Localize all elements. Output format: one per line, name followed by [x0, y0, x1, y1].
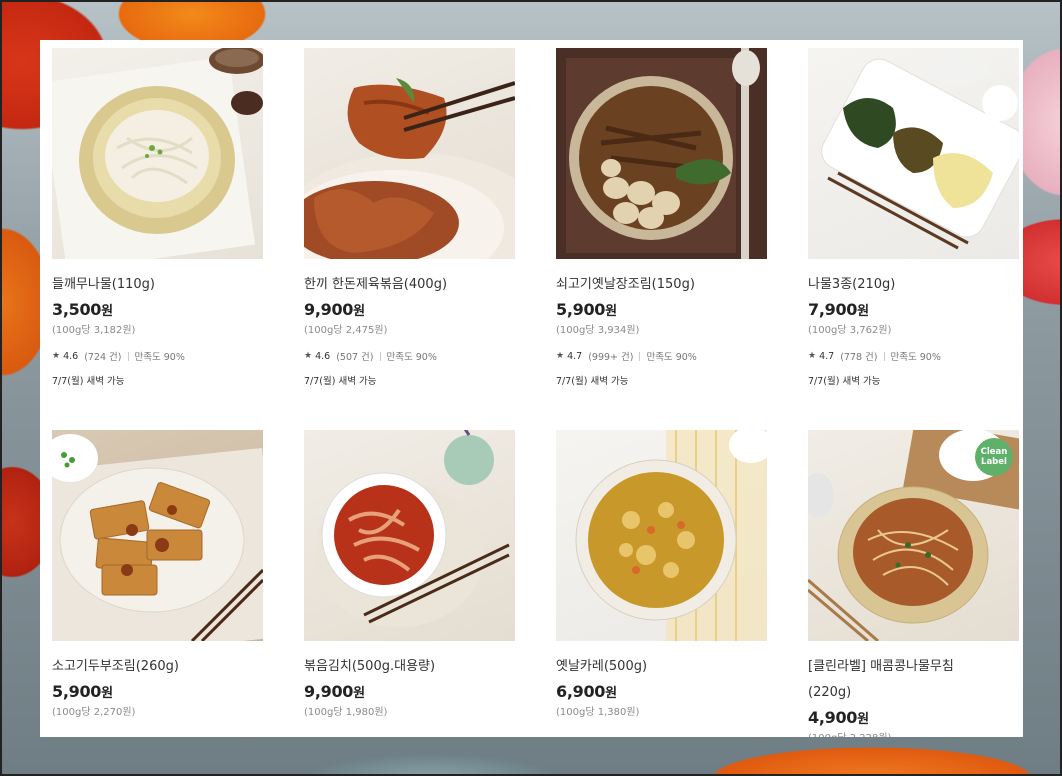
delivery-info: 7/7(월) 새벽 가능 — [52, 376, 125, 387]
currency-label: 원 — [605, 304, 617, 319]
badge-text: Clean — [980, 447, 1008, 457]
unit-price: (100g당 3,762원) — [808, 325, 892, 336]
product-name[interactable]: 볶음김치(500g.대용량) — [304, 656, 515, 678]
product-card[interactable]: Clean Label [클린라벨] 매콤콩나물무침 (220g) 4,900원… — [808, 430, 1019, 737]
product-image[interactable] — [556, 48, 767, 259]
star-icon: ★ — [556, 351, 565, 361]
satisfaction-rate: 만족도 90% — [386, 352, 437, 363]
product-card[interactable]: 볶음김치(500g.대용량) 9,900원 (100g당 1,980원) — [304, 430, 515, 737]
product-image[interactable]: Clean Label — [808, 430, 1019, 641]
star-icon: ★ — [304, 351, 313, 361]
rating-value: 4.6 — [63, 350, 79, 362]
divider — [127, 351, 129, 361]
price-value: 9,900 — [304, 682, 354, 701]
product-image[interactable] — [52, 48, 263, 259]
review-summary: ★ 4.6 (507 건) 만족도 90% — [304, 349, 515, 364]
review-summary: ★ 4.6 (724 건) 만족도 90% — [52, 349, 263, 364]
product-name[interactable]: 소고기두부조림(260g) — [52, 656, 263, 678]
product-name[interactable]: [클린라벨] 매콤콩나물무침 (220g) — [808, 656, 1019, 704]
product-card[interactable]: 한끼 한돈제육볶음(400g) 9,900원 (100g당 2,475원) ★ … — [304, 48, 515, 430]
product-name[interactable]: 한끼 한돈제육볶음(400g) — [304, 274, 515, 296]
price-value: 9,900 — [304, 300, 354, 319]
product-name[interactable]: 나물3종(210g) — [808, 274, 1019, 296]
price-value: 6,900 — [556, 682, 606, 701]
product-price: 7,900원 — [808, 300, 1019, 319]
price-value: 3,500 — [52, 300, 102, 319]
currency-label: 원 — [605, 686, 617, 701]
unit-price: (100g당 1,980원) — [304, 707, 388, 718]
price-value: 5,900 — [556, 300, 606, 319]
rating-value: 4.7 — [567, 350, 583, 362]
clean-label-badge: Clean Label — [975, 438, 1013, 476]
satisfaction-rate: 만족도 90% — [646, 352, 697, 363]
currency-label: 원 — [101, 686, 113, 701]
product-image[interactable] — [52, 430, 263, 641]
product-price: 5,900원 — [52, 682, 263, 701]
product-price: 6,900원 — [556, 682, 767, 701]
currency-label: 원 — [353, 304, 365, 319]
product-name[interactable]: 쇠고기옛날장조림(150g) — [556, 274, 767, 296]
price-value: 4,900 — [808, 708, 858, 727]
unit-price: (100g당 3,934원) — [556, 325, 640, 336]
product-image[interactable] — [556, 430, 767, 641]
divider — [639, 351, 641, 361]
review-summary: ★ 4.7 (999+ 건) 만족도 90% — [556, 349, 767, 364]
star-icon: ★ — [808, 351, 817, 361]
unit-price: (100g당 2,228원) — [808, 729, 1019, 737]
product-name-line: (220g) — [808, 685, 852, 700]
review-count: (999+ 건) — [588, 352, 634, 363]
review-summary: ★ 4.7 (778 건) 만족도 90% — [808, 349, 1019, 364]
product-price: 4,900원 — [808, 708, 1019, 727]
price-value: 7,900 — [808, 300, 858, 319]
product-image[interactable] — [304, 430, 515, 641]
product-price: 9,900원 — [304, 682, 515, 701]
review-count: (724 건) — [84, 352, 122, 363]
rating-value: 4.6 — [315, 350, 331, 362]
unit-price: (100g당 2,475원) — [304, 325, 388, 336]
divider — [379, 351, 381, 361]
product-name[interactable]: 들깨무나물(110g) — [52, 274, 263, 296]
product-card[interactable]: 나물3종(210g) 7,900원 (100g당 3,762원) ★ 4.7 (… — [808, 48, 1019, 430]
unit-price: (100g당 2,270원) — [52, 707, 136, 718]
product-grid: 들깨무나물(110g) 3,500원 (100g당 3,182원) ★ 4.6 … — [52, 48, 1019, 737]
unit-price: (100g당 1,380원) — [556, 707, 640, 718]
badge-text: Label — [981, 457, 1007, 467]
review-count: (778 건) — [840, 352, 878, 363]
currency-label: 원 — [857, 712, 869, 727]
product-price: 3,500원 — [52, 300, 263, 319]
star-icon: ★ — [52, 351, 61, 361]
product-price: 5,900원 — [556, 300, 767, 319]
product-name[interactable]: 옛날카레(500g) — [556, 656, 767, 678]
delivery-info: 7/7(월) 새벽 가능 — [808, 376, 881, 387]
product-image[interactable] — [808, 48, 1019, 259]
satisfaction-rate: 만족도 90% — [890, 352, 941, 363]
product-card[interactable]: 쇠고기옛날장조림(150g) 5,900원 (100g당 3,934원) ★ 4… — [556, 48, 767, 430]
currency-label: 원 — [101, 304, 113, 319]
product-card[interactable]: 들깨무나물(110g) 3,500원 (100g당 3,182원) ★ 4.6 … — [52, 48, 263, 430]
review-count: (507 건) — [336, 352, 374, 363]
divider — [883, 351, 885, 361]
product-name-line: [클린라벨] 매콤콩나물무침 — [808, 659, 954, 674]
delivery-info: 7/7(월) 새벽 가능 — [556, 376, 629, 387]
rating-value: 4.7 — [819, 350, 835, 362]
delivery-info: 7/7(월) 새벽 가능 — [304, 376, 377, 387]
currency-label: 원 — [353, 686, 365, 701]
product-card[interactable]: 소고기두부조림(260g) 5,900원 (100g당 2,270원) — [52, 430, 263, 737]
product-list-panel: 들깨무나물(110g) 3,500원 (100g당 3,182원) ★ 4.6 … — [40, 40, 1023, 737]
price-value: 5,900 — [52, 682, 102, 701]
satisfaction-rate: 만족도 90% — [134, 352, 185, 363]
unit-price: (100g당 3,182원) — [52, 325, 136, 336]
currency-label: 원 — [857, 304, 869, 319]
product-image[interactable] — [304, 48, 515, 259]
product-card[interactable]: 옛날카레(500g) 6,900원 (100g당 1,380원) — [556, 430, 767, 737]
product-price: 9,900원 — [304, 300, 515, 319]
